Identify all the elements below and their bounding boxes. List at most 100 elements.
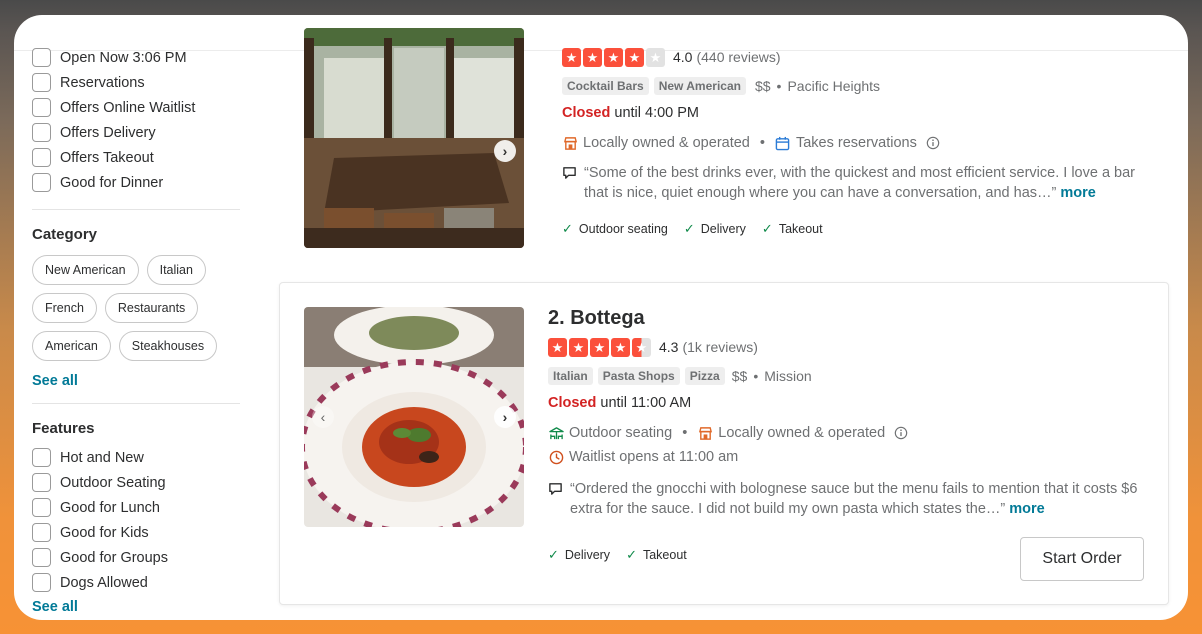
filter-label: Dogs Allowed <box>60 574 148 591</box>
next-photo-button[interactable]: › <box>494 140 516 162</box>
category-tag[interactable]: Pasta Shops <box>597 367 680 385</box>
amenity-label: Delivery <box>564 548 611 562</box>
separator-dot: • <box>759 135 765 151</box>
category-tag[interactable]: Italian <box>548 367 593 385</box>
filter-label: Reservations <box>60 74 145 91</box>
amenities-row: ✓ Outdoor seating ✓ Delivery ✓ Takeout <box>562 220 1152 238</box>
rating-value: 4.3 <box>659 339 679 355</box>
filter-label: Good for Lunch <box>60 499 160 516</box>
filter-label: Outdoor Seating <box>60 474 166 491</box>
filter-label: Offers Online Waitlist <box>60 99 196 116</box>
business-photo[interactable]: ‹ › <box>304 307 524 527</box>
checkbox[interactable] <box>32 123 51 142</box>
app-frame: Open Now 3:06 PM Reservations Offers Onl… <box>14 15 1188 620</box>
checkbox[interactable] <box>32 148 51 167</box>
star-half-icon: ★ <box>632 337 651 357</box>
restaurant-interior-image <box>304 28 524 248</box>
star-icon: ★ <box>611 337 630 357</box>
check-icon: ✓ <box>683 221 695 236</box>
checkbox[interactable] <box>32 573 51 592</box>
filter-good-for-dinner[interactable]: Good for Dinner <box>32 170 242 195</box>
price-range: $$ <box>754 78 771 94</box>
snippet-text: “Ordered the gnocchi with bolognese sauc… <box>570 479 1138 519</box>
filter-online-waitlist[interactable]: Offers Online Waitlist <box>32 95 242 120</box>
attribute-label: Outdoor seating <box>569 425 673 441</box>
review-count[interactable]: (440 reviews) <box>696 49 780 65</box>
business-info: ★ ★ ★ ★ ★ 4.0 (440 reviews) Cocktail Bar… <box>562 46 1152 238</box>
pasta-dish-image <box>304 307 524 527</box>
star-icon: ★ <box>583 47 602 67</box>
feature-good-for-lunch[interactable]: Good for Lunch <box>32 495 242 520</box>
filter-label: Good for Dinner <box>60 174 164 191</box>
category-pill[interactable]: American <box>32 331 111 361</box>
category-tag[interactable]: Pizza <box>684 367 725 385</box>
checkbox[interactable] <box>32 73 51 92</box>
feature-good-for-groups[interactable]: Good for Groups <box>32 545 242 570</box>
waitlist-text: Waitlist opens at 11:00 am <box>569 449 739 465</box>
category-tag[interactable]: Cocktail Bars <box>562 77 649 95</box>
snippet-text: “Some of the best drinks ever, with the … <box>584 163 1152 203</box>
category-pill[interactable]: New American <box>32 255 139 285</box>
business-name[interactable]: 2. Bottega <box>548 307 1138 335</box>
amenity: ✓ Takeout <box>626 547 687 563</box>
checkbox[interactable] <box>32 473 51 492</box>
info-icon[interactable] <box>925 135 941 151</box>
storefront-icon <box>562 135 578 151</box>
feature-outdoor-seating[interactable]: Outdoor Seating <box>32 470 242 495</box>
feature-dogs-allowed[interactable]: Dogs Allowed <box>32 570 242 595</box>
review-count[interactable]: (1k reviews) <box>682 339 757 355</box>
more-link[interactable]: more <box>1009 501 1044 517</box>
category-title: Category <box>32 226 98 243</box>
filter-open-now[interactable]: Open Now 3:06 PM <box>32 45 242 70</box>
filter-takeout[interactable]: Offers Takeout <box>32 145 242 170</box>
filter-delivery[interactable]: Offers Delivery <box>32 120 242 145</box>
category-see-all-link[interactable]: See all <box>32 373 242 389</box>
category-pill[interactable]: Italian <box>146 255 206 285</box>
star-icon: ★ <box>548 337 567 357</box>
star-icon: ★ <box>562 47 581 67</box>
checkbox[interactable] <box>32 523 51 542</box>
features-see-all-link[interactable]: See all <box>32 599 242 615</box>
filter-reservations[interactable]: Reservations <box>32 70 242 95</box>
hours-row: Closed until 11:00 AM <box>548 395 1138 415</box>
checkbox[interactable] <box>32 498 51 517</box>
attribute-label: Locally owned & operated <box>583 135 750 151</box>
speech-bubble-icon <box>548 481 564 519</box>
checkbox[interactable] <box>32 448 51 467</box>
filter-label: Good for Kids <box>60 524 149 541</box>
tags-row: Cocktail Bars New American $$ • Pacific … <box>562 76 1152 96</box>
star-icon: ★ <box>625 47 644 67</box>
waitlist-row: Waitlist opens at 11:00 am <box>548 447 1138 467</box>
closed-until: until 11:00 AM <box>600 395 692 411</box>
amenity-label: Outdoor seating <box>578 222 668 236</box>
info-icon[interactable] <box>893 425 909 441</box>
rating-value: 4.0 <box>673 49 693 65</box>
category-pill[interactable]: Restaurants <box>104 293 199 323</box>
result-card[interactable]: › ★ ★ ★ ★ ★ 4.0 (440 reviews) Cocktail B… <box>304 15 1164 265</box>
speech-bubble-icon <box>562 165 578 203</box>
checkbox[interactable] <box>32 548 51 567</box>
storefront-icon <box>697 425 713 441</box>
attributes-row: Outdoor seating • Locally owned & operat… <box>548 423 1138 443</box>
more-link[interactable]: more <box>1060 185 1095 201</box>
feature-good-for-kids[interactable]: Good for Kids <box>32 520 242 545</box>
category-tag[interactable]: New American <box>653 77 746 95</box>
business-photo[interactable]: › <box>304 28 524 248</box>
category-pill[interactable]: French <box>32 293 97 323</box>
closed-label: Closed <box>562 105 611 121</box>
checkbox[interactable] <box>32 173 51 192</box>
start-order-button[interactable]: Start Order <box>1020 537 1144 581</box>
next-photo-button[interactable]: › <box>494 406 516 428</box>
closed-label: Closed <box>548 395 597 411</box>
neighborhood: Pacific Heights <box>787 78 881 94</box>
business-info: 2. Bottega ★ ★ ★ ★ ★ 4.3 (1k reviews) It… <box>548 307 1138 564</box>
hours-row: Closed until 4:00 PM <box>562 105 1152 125</box>
feature-hot-and-new[interactable]: Hot and New <box>32 445 242 470</box>
checkbox[interactable] <box>32 98 51 117</box>
star-icon: ★ <box>646 47 665 67</box>
category-pill[interactable]: Steakhouses <box>118 331 218 361</box>
result-card[interactable]: ‹ › 2. Bottega ★ ★ ★ ★ ★ 4.3 (1k reviews… <box>279 282 1169 605</box>
calendar-icon <box>775 135 791 151</box>
checkbox[interactable] <box>32 48 51 67</box>
previous-photo-button[interactable]: ‹ <box>312 406 334 428</box>
